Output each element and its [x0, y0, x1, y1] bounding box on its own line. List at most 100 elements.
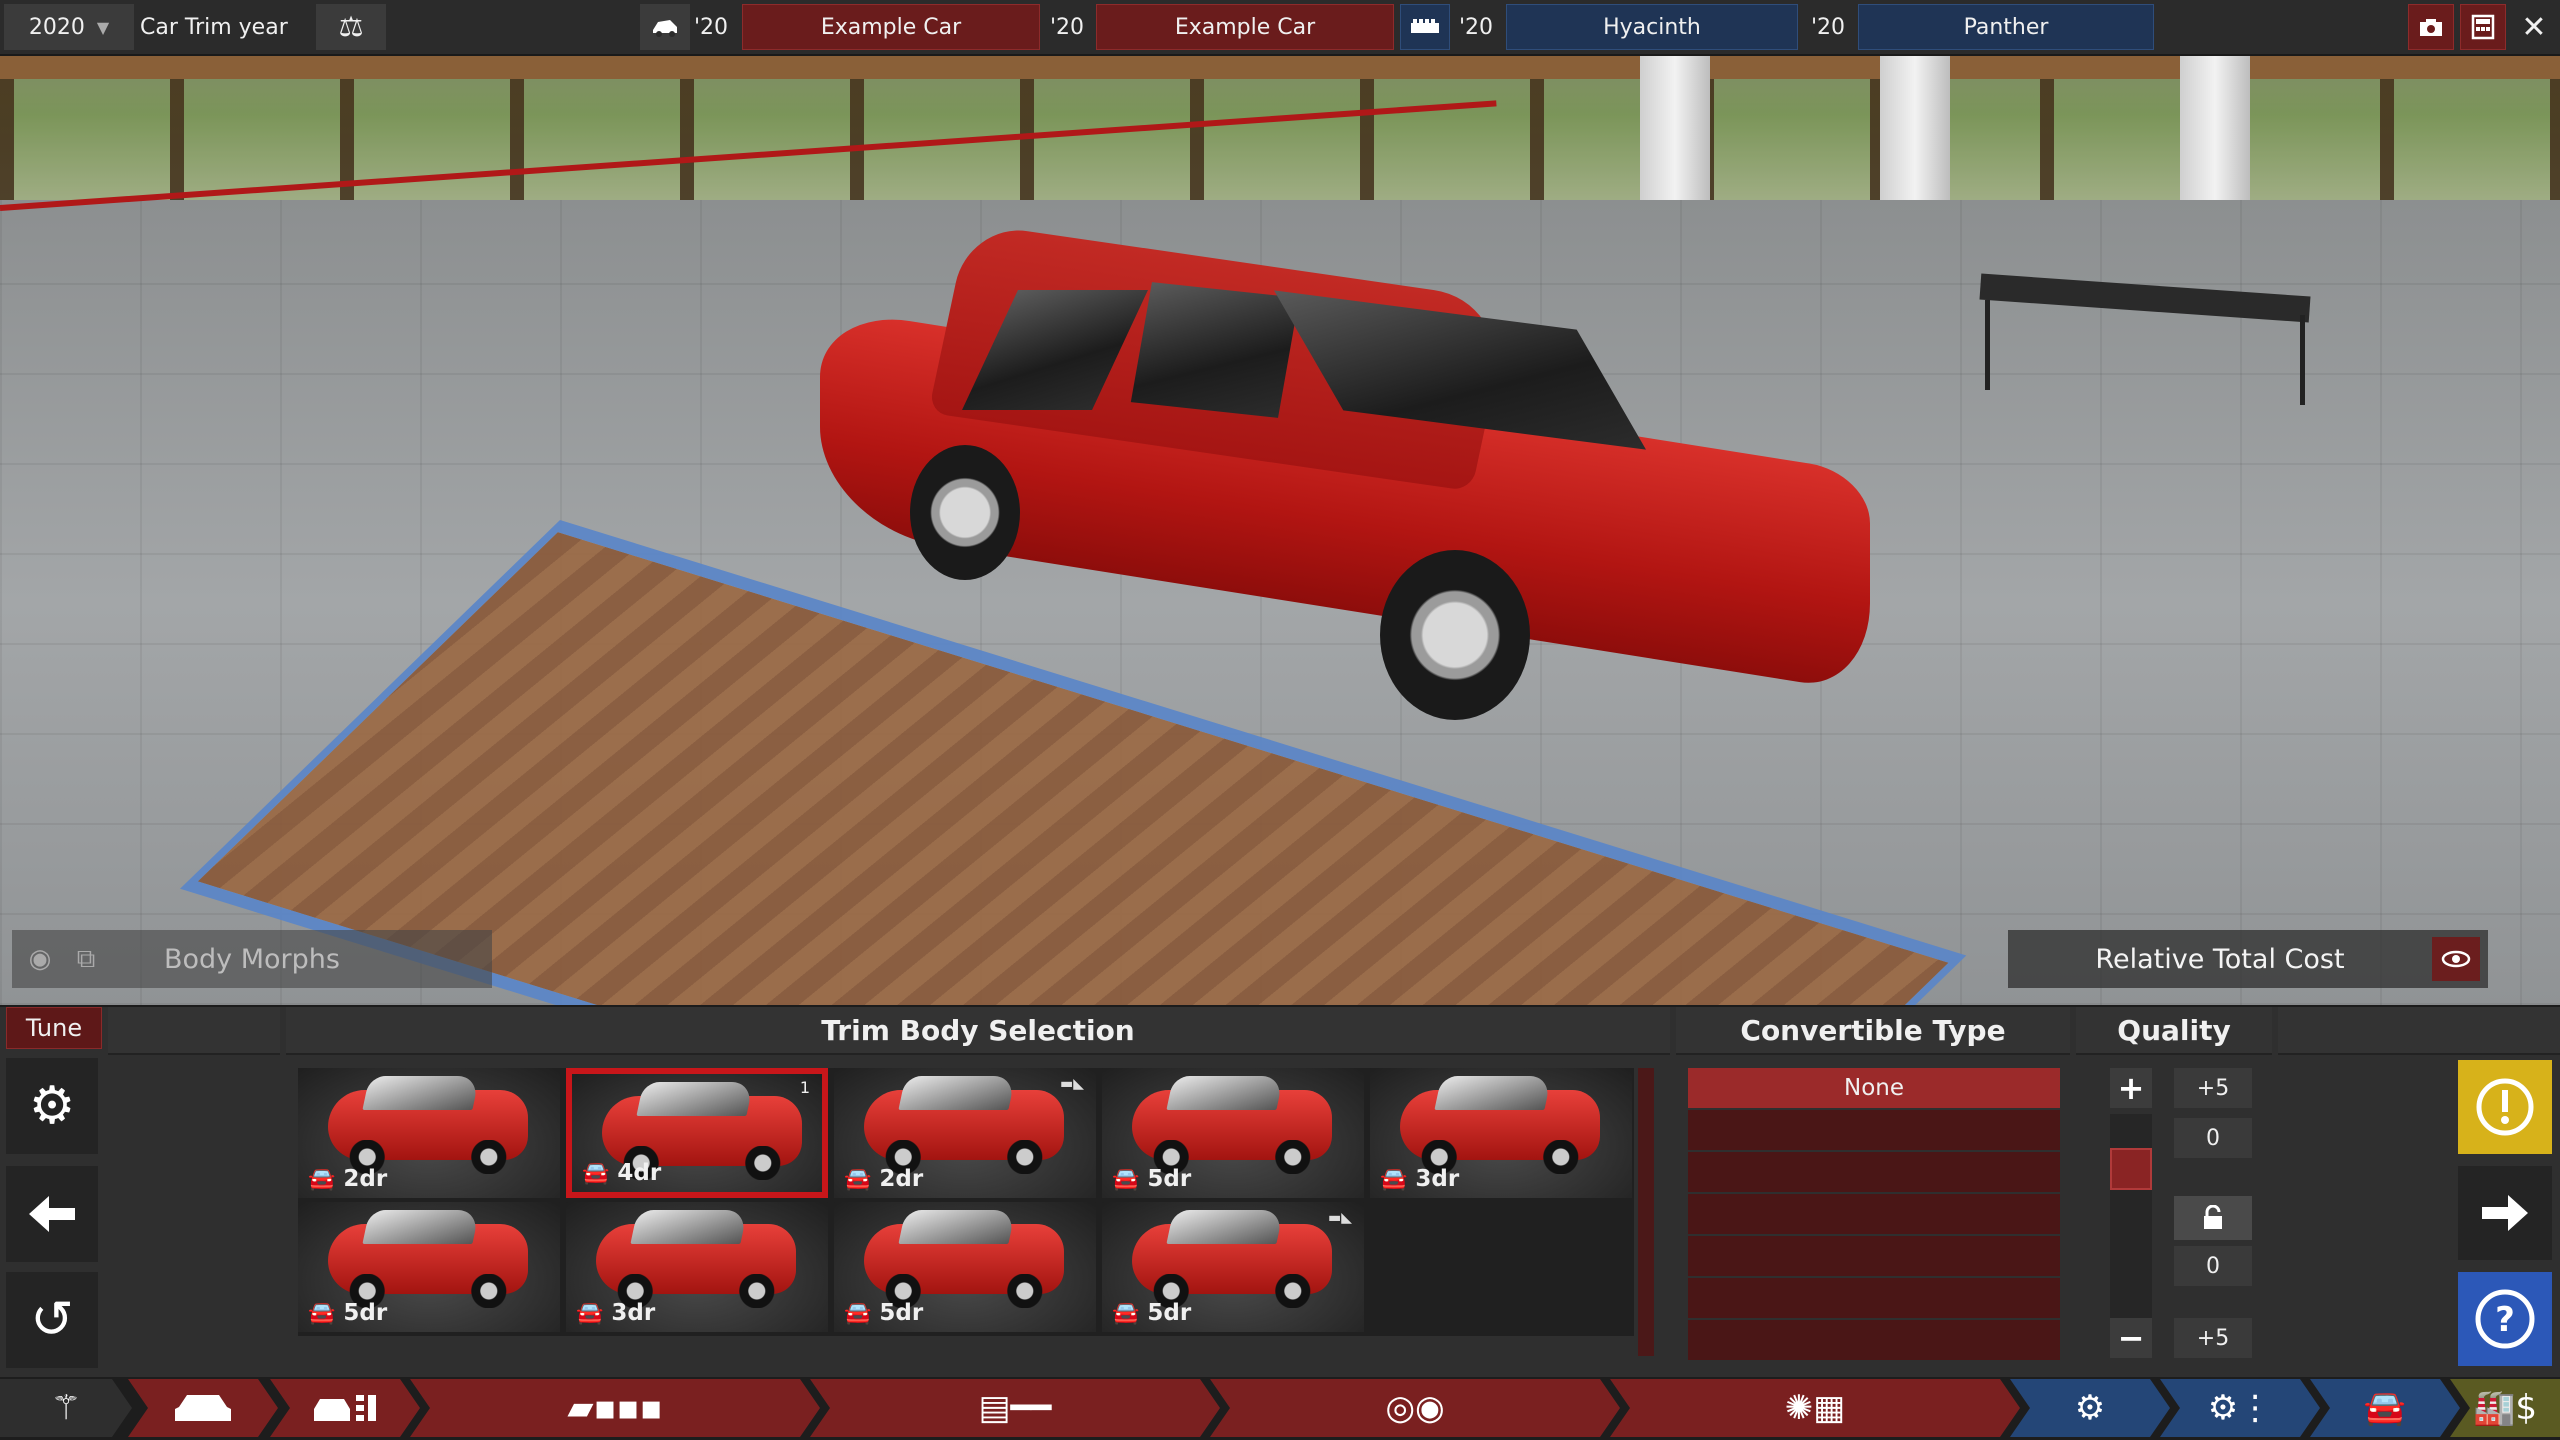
body-thumbnail — [602, 1096, 802, 1180]
car-icon: 🚘 — [308, 1166, 336, 1192]
convertible-empty-row — [1688, 1152, 2060, 1192]
header-spacer — [2278, 1007, 2560, 1055]
car-window — [1130, 282, 1300, 418]
body-thumbnail — [1132, 1090, 1332, 1174]
convertible-empty-row — [1688, 1278, 2060, 1318]
body-tile-4[interactable]: 🚘 3dr — [1370, 1068, 1632, 1198]
help-button[interactable]: ? — [2458, 1272, 2552, 1366]
back-button[interactable] — [6, 1166, 98, 1262]
quality-decrease-button[interactable]: − — [2110, 1318, 2152, 1358]
convertible-option-none[interactable]: None — [1688, 1068, 2060, 1108]
year-value: 2020 — [28, 14, 85, 40]
nav-trim[interactable] — [270, 1379, 420, 1437]
arrow-right-icon — [2482, 1195, 2528, 1231]
body-morphs-panel: ◉ ⧉ Body Morphs — [12, 930, 492, 988]
quality-increase-button[interactable]: + — [2110, 1068, 2152, 1108]
trim-year: '20 — [1049, 14, 1085, 40]
car-icon: 🚘 — [1112, 1300, 1140, 1326]
relative-cost-panel: Relative Total Cost — [2008, 930, 2488, 988]
engine-button[interactable] — [1400, 4, 1450, 50]
convertible-empty-row — [1688, 1320, 2060, 1360]
body-tile-0[interactable]: 🚘 2dr — [298, 1068, 560, 1198]
arrow-left-icon — [29, 1196, 75, 1232]
body-tile-5[interactable]: 🚘 5dr — [298, 1202, 560, 1332]
body-thumbnail — [864, 1090, 1064, 1174]
balance-button[interactable]: ⚖ — [316, 4, 386, 50]
calculator-icon — [2471, 14, 2495, 40]
body-tile-1[interactable]: 1 🚘 4dr — [566, 1068, 828, 1198]
engine-icon — [1411, 19, 1439, 33]
nav-body[interactable]: ▰▪▪▪ — [410, 1379, 820, 1437]
convertible-type-header: Convertible Type — [1676, 1007, 2070, 1055]
quality-slider-thumb[interactable] — [2110, 1148, 2152, 1190]
next-button[interactable] — [2458, 1166, 2552, 1260]
trim-body-header: Trim Body Selection — [286, 1007, 1670, 1055]
engine-variant-icon: ⚙⋮ — [2207, 1388, 2273, 1428]
quality-lock-button[interactable] — [2174, 1196, 2252, 1240]
car-icon: 🚘 — [582, 1160, 610, 1186]
calculator-button[interactable] — [2460, 4, 2506, 50]
nav-suspension[interactable]: ▤━━ — [810, 1379, 1220, 1437]
nav-engine-fixture[interactable]: ✺▦ — [1610, 1379, 2020, 1437]
body-tile-2[interactable]: ▬◣ 🚘 2dr — [834, 1068, 1096, 1198]
convertible-empty-row — [1688, 1194, 2060, 1234]
settings-button[interactable]: ⚙ — [6, 1058, 98, 1154]
trim-name-button[interactable]: Example Car — [1096, 4, 1394, 50]
nav-engine-family[interactable]: ⚙ — [2010, 1379, 2170, 1437]
model-year: '20 — [693, 14, 729, 40]
year-dropdown[interactable]: 2020 ▼ — [4, 4, 134, 50]
design-stage-nav: ⚚ ▰▪▪▪ ▤━━ ◎◉ ✺▦ ⚙ ⚙⋮ 🚘 🏭$ — [0, 1377, 2560, 1440]
body-label: 3dr — [1415, 1166, 1460, 1192]
nav-car-trim[interactable]: 🚘 — [2310, 1379, 2460, 1437]
body-tile-8[interactable]: ▬◣ 🚘 5dr — [1102, 1202, 1364, 1332]
balance-icon: ⚖ — [338, 10, 364, 43]
body-thumbnail — [1400, 1090, 1600, 1174]
close-button[interactable]: ✕ — [2512, 4, 2556, 50]
trim-grid-scrollbar[interactable] — [1638, 1068, 1654, 1356]
body-morphs-label: Body Morphs — [164, 943, 340, 975]
tune-tab[interactable]: Tune — [6, 1007, 102, 1049]
warning-icon — [2476, 1078, 2534, 1136]
body-label: 4dr — [617, 1160, 662, 1186]
body-thumbnail — [864, 1224, 1064, 1308]
warning-button[interactable] — [2458, 1060, 2552, 1154]
table-leg — [2300, 315, 2305, 405]
eye-icon[interactable]: ◉ — [22, 941, 58, 977]
quality-lock-value: 0 — [2174, 1246, 2252, 1286]
body-thumbnail — [1132, 1224, 1332, 1308]
body-tile-6[interactable]: 🚘 3dr — [566, 1202, 828, 1332]
red-sedan-model[interactable] — [820, 222, 1870, 730]
quality-control: + +5 0 0 − +5 — [2100, 1068, 2280, 1358]
seats-icon: ▰▪▪▪ — [567, 1388, 663, 1428]
nav-engine-variant[interactable]: ⚙⋮ — [2160, 1379, 2320, 1437]
engine-variant-button[interactable]: Panther — [1858, 4, 2154, 50]
nav-factory[interactable]: 🏭$ — [2450, 1379, 2560, 1437]
factory-cost-icon: 🏭$ — [2473, 1388, 2537, 1428]
engine-family-icon: ⚙ — [2074, 1388, 2106, 1428]
engine-family-button[interactable]: Hyacinth — [1506, 4, 1798, 50]
header-spacer — [108, 1007, 280, 1055]
model-car-button[interactable] — [640, 4, 690, 50]
reset-button[interactable]: ↺ — [6, 1272, 98, 1368]
body-tile-3[interactable]: 🚘 5dr — [1102, 1068, 1364, 1198]
nav-chassis[interactable]: ⚚ — [0, 1379, 132, 1437]
cost-visibility-button[interactable] — [2432, 937, 2480, 981]
ceiling-beam — [0, 55, 2560, 79]
lock-icon — [2204, 1205, 2222, 1229]
body-thumbnail — [328, 1090, 528, 1174]
nav-wheels[interactable]: ◎◉ — [1210, 1379, 1620, 1437]
morph-toggle-icon[interactable]: ⧉ — [68, 941, 104, 977]
body-label: 2dr — [879, 1166, 924, 1192]
viewport-3d[interactable] — [0, 0, 2560, 1005]
model-name-button[interactable]: Example Car — [742, 4, 1040, 50]
convertible-empty-row — [1688, 1110, 2060, 1150]
body-label: 3dr — [611, 1300, 656, 1326]
camera-button[interactable] — [2408, 4, 2454, 50]
quality-max-label: +5 — [2174, 1068, 2252, 1108]
body-label: 5dr — [343, 1300, 388, 1326]
car-icon: 🚘 — [844, 1166, 872, 1192]
nav-model[interactable] — [128, 1379, 278, 1437]
body-thumbnail — [328, 1224, 528, 1308]
body-tile-7[interactable]: 🚘 5dr — [834, 1202, 1096, 1332]
body-label: 2dr — [343, 1166, 388, 1192]
